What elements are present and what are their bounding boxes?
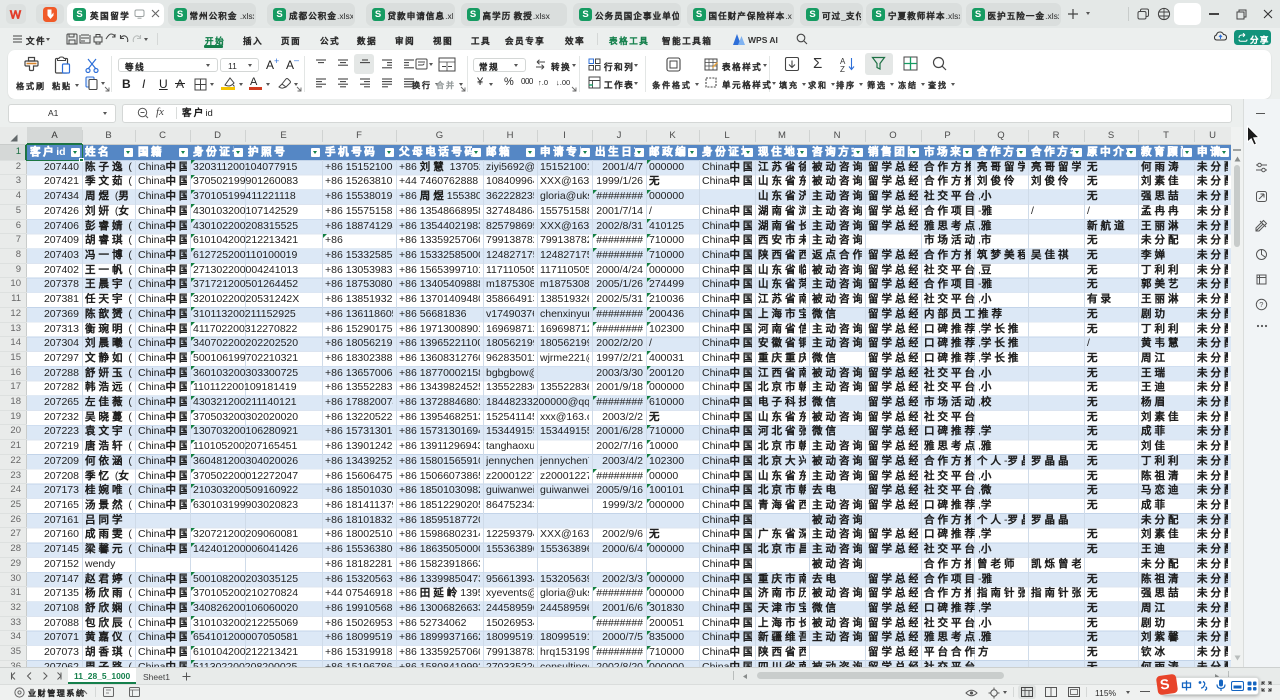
svg-text:?: ? <box>1259 300 1263 309</box>
